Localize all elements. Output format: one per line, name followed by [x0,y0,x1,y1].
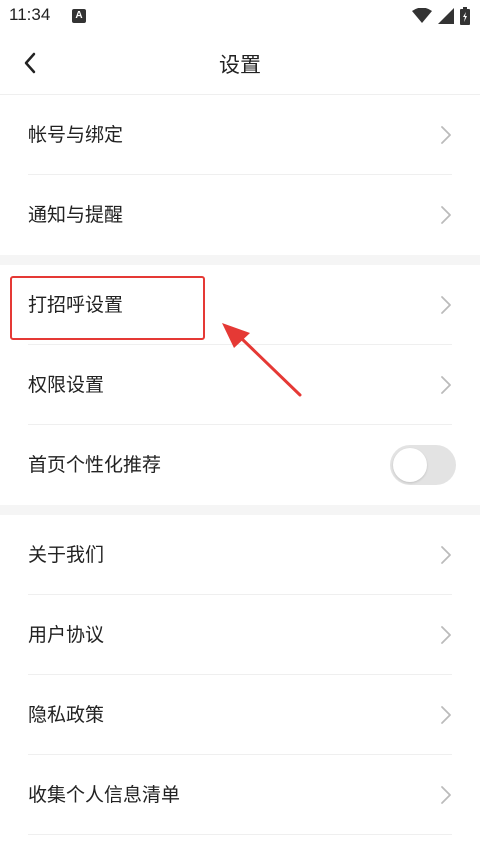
settings-section-about: 关于我们 用户协议 隐私政策 收集个人信息清单 [0,515,480,835]
chevron-right-icon [441,706,451,724]
row-label: 帐号与绑定 [28,124,124,146]
page-title: 设置 [219,53,261,77]
settings-row-permissions[interactable]: 权限设置 [0,345,480,425]
chevron-right-icon [441,546,451,564]
row-label: 权限设置 [28,374,105,396]
settings-row-user-agreement[interactable]: 用户协议 [0,595,480,675]
row-label: 用户协议 [28,624,105,646]
row-label: 隐私政策 [28,704,105,726]
row-label: 通知与提醒 [28,204,124,226]
chevron-right-icon [441,206,451,224]
settings-row-personalized-recommend: 首页个性化推荐 [0,425,480,505]
status-bar: 11:34 A [0,0,480,32]
chevron-right-icon [441,296,451,314]
status-time: 11:34 [9,5,51,24]
section-gap [0,505,480,515]
row-label: 收集个人信息清单 [28,784,181,806]
settings-row-greeting[interactable]: 打招呼设置 [0,265,480,345]
settings-section-account: 帐号与绑定 通知与提醒 [0,95,480,255]
wifi-icon [412,8,432,23]
status-icons [412,6,470,26]
chevron-right-icon [441,626,451,644]
row-label: 关于我们 [28,544,105,566]
toggle-knob [393,448,427,482]
settings-row-account-binding[interactable]: 帐号与绑定 [0,95,480,175]
settings-row-privacy-policy[interactable]: 隐私政策 [0,675,480,755]
chevron-right-icon [441,786,451,804]
row-label: 打招呼设置 [28,294,124,316]
settings-section-preferences: 打招呼设置 权限设置 首页个性化推荐 [0,265,480,505]
chevron-right-icon [441,126,451,144]
page-header: 设置 [0,32,480,95]
signal-icon [438,8,454,24]
row-label: 首页个性化推荐 [28,454,162,476]
settings-row-personal-info-list[interactable]: 收集个人信息清单 [0,755,480,835]
settings-row-about-us[interactable]: 关于我们 [0,515,480,595]
battery-icon [460,7,470,25]
personalized-recommend-toggle[interactable] [390,445,456,485]
chevron-right-icon [441,376,451,394]
settings-row-notifications[interactable]: 通知与提醒 [0,175,480,255]
divider [28,834,452,835]
section-gap [0,255,480,265]
accessibility-notification-icon: A [72,9,86,23]
